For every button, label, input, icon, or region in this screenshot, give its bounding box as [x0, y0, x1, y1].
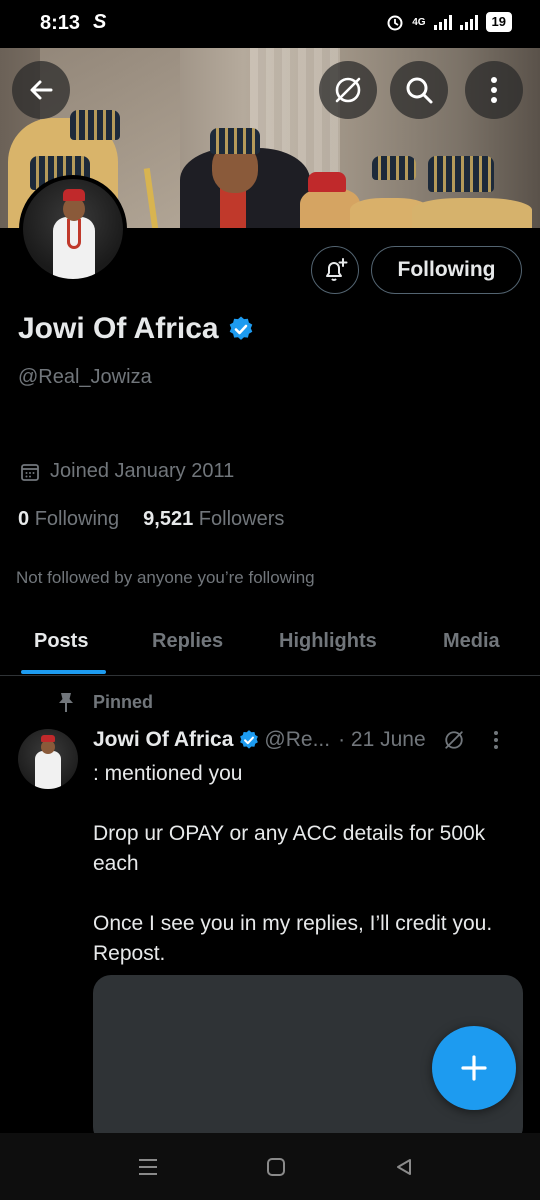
bell-plus-icon — [326, 258, 348, 281]
alarm-icon — [387, 15, 403, 31]
status-time: 8:13 — [40, 12, 81, 34]
compose-button[interactable] — [432, 1026, 516, 1110]
more-vertical-icon[interactable] — [492, 730, 500, 750]
status-bar: 8:13 S 4G 19 — [0, 0, 540, 48]
tab-posts[interactable]: Posts — [34, 630, 88, 653]
tab-media[interactable]: Media — [443, 630, 500, 653]
triangle-back-icon — [397, 1159, 411, 1175]
following-label: Following — [34, 508, 120, 530]
verified-badge-icon — [240, 730, 259, 749]
post-header: Jowi Of Africa @Re... · 21 June — [93, 728, 523, 752]
slash-circle-icon[interactable] — [442, 728, 466, 752]
post-author-name[interactable]: Jowi Of Africa — [93, 728, 233, 752]
pin-icon — [59, 693, 73, 712]
search-icon — [406, 77, 433, 104]
avatar-figure-cap — [63, 189, 85, 201]
network-type: 4G — [412, 16, 426, 28]
pinned-label: Pinned — [57, 691, 153, 713]
post-avatar-head — [41, 740, 55, 754]
post-avatar-cap — [41, 735, 55, 742]
post-avatar[interactable] — [18, 729, 78, 789]
battery-icon: 19 — [485, 12, 512, 32]
follow-stats: 0 Following 9,521 Followers — [18, 508, 284, 531]
signal-icon — [433, 14, 452, 30]
following-count: 0 — [18, 508, 30, 530]
menu-lines-icon — [139, 1159, 157, 1175]
following-button[interactable]: Following — [371, 246, 522, 294]
slash-circle-icon — [335, 77, 361, 103]
banner-cap-red — [308, 172, 346, 192]
tab-highlights[interactable]: Highlights — [279, 630, 377, 653]
status-indicators: 4G 19 — [386, 12, 512, 32]
back-nav-button[interactable] — [392, 1155, 416, 1179]
post-body-text: : mentioned you Drop ur OPAY or any ACC … — [93, 762, 493, 965]
banner-hat — [210, 128, 260, 154]
tab-replies[interactable]: Replies — [152, 630, 223, 653]
grok-button[interactable] — [319, 61, 377, 119]
following-stat[interactable]: 0 Following — [18, 508, 119, 531]
more-vertical-icon — [491, 77, 497, 103]
not-followed-text: Not followed by anyone you’re following — [16, 568, 315, 587]
square-icon — [267, 1158, 285, 1176]
home-button[interactable] — [264, 1155, 288, 1179]
notification-button[interactable] — [311, 246, 359, 294]
verified-badge-icon[interactable] — [227, 315, 255, 343]
banner-hat — [70, 110, 120, 140]
pinned-text: Pinned — [93, 691, 154, 712]
profile-name-text: Jowi Of Africa — [18, 312, 219, 345]
banner-figure — [412, 198, 532, 228]
followers-stat[interactable]: 9,521 Followers — [143, 508, 284, 531]
recent-apps-button[interactable] — [136, 1155, 160, 1179]
calendar-icon — [21, 463, 39, 481]
avatar-figure-beads — [67, 219, 81, 249]
banner-hat — [428, 156, 494, 192]
back-button[interactable] — [12, 61, 70, 119]
profile-tabs: Posts Replies Highlights Media — [0, 618, 540, 676]
post-date: · 21 June — [338, 728, 426, 751]
profile-name: Jowi Of Africa — [18, 312, 255, 346]
system-nav-bar — [0, 1133, 540, 1200]
followers-label: Followers — [198, 508, 285, 530]
followers-count: 9,521 — [143, 508, 194, 530]
plus-icon — [461, 1055, 487, 1081]
app-notification-icon: S — [93, 11, 107, 33]
more-button[interactable] — [465, 61, 523, 119]
search-button[interactable] — [390, 61, 448, 119]
post-author-handle: @Re... — [264, 728, 331, 751]
signal-icon-2 — [459, 14, 478, 30]
profile-handle: @Real_Jowiza — [18, 366, 152, 388]
arrow-left-icon — [30, 80, 53, 100]
profile-avatar[interactable] — [19, 175, 127, 283]
joined-date: Joined January 2011 — [20, 460, 234, 483]
post-avatar-robe — [35, 751, 61, 789]
active-tab-indicator — [21, 670, 106, 674]
banner-hat — [372, 156, 416, 180]
joined-text: Joined January 2011 — [50, 460, 235, 482]
